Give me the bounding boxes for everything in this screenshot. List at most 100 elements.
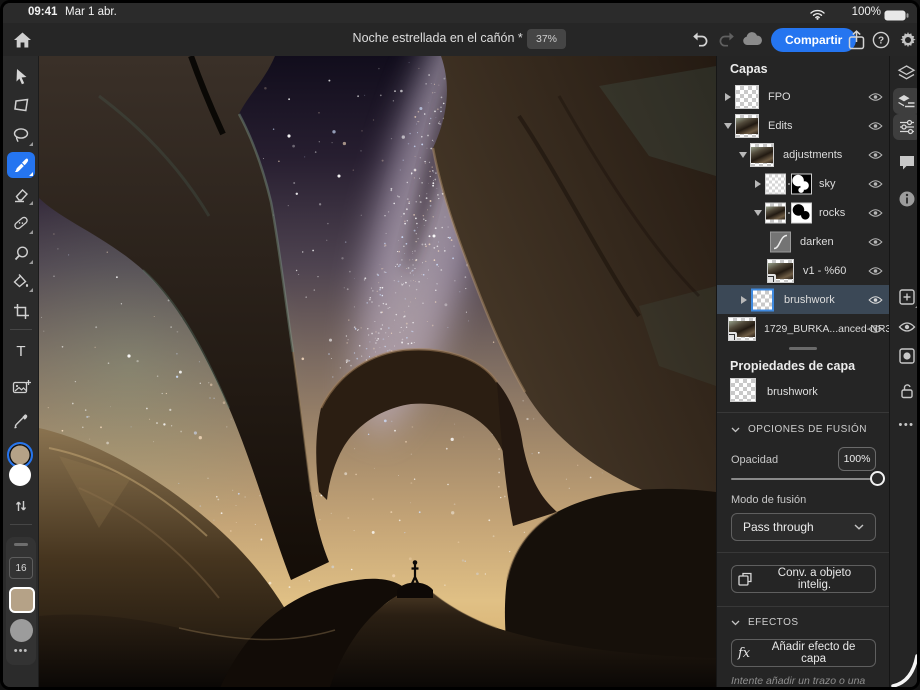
zoom-level-badge[interactable]: 37%	[527, 29, 566, 49]
layer-row-1729[interactable]: 1729_BURKA...anced-NR33	[717, 314, 890, 343]
disclosure-icon[interactable]	[755, 180, 761, 188]
swap-colors-button[interactable]	[7, 493, 35, 519]
export-icon[interactable]	[846, 29, 866, 50]
layer-thumbnail[interactable]	[735, 114, 759, 138]
help-button[interactable]: ?	[871, 30, 891, 50]
brush-size-field[interactable]: 16	[9, 557, 33, 579]
disclosure-icon[interactable]	[724, 123, 732, 129]
layer-thumbnail[interactable]	[750, 143, 774, 167]
smart-object-icon	[738, 572, 752, 586]
move-tool[interactable]	[7, 63, 35, 89]
layer-row-rocks[interactable]: rocks	[717, 198, 890, 227]
layer-thumbnail[interactable]	[751, 288, 774, 311]
smart-object-thumbnail[interactable]	[767, 259, 794, 283]
background-color-well[interactable]	[9, 464, 31, 486]
brush-tool[interactable]	[7, 152, 35, 178]
lock-layer-button[interactable]	[893, 377, 920, 403]
curves-adjustment-thumbnail[interactable]	[770, 231, 791, 252]
blend-mode-dropdown[interactable]: Pass through	[731, 513, 876, 541]
properties-sliders-button[interactable]	[893, 114, 920, 140]
layer-thumbnail[interactable]	[765, 202, 786, 223]
eye-icon[interactable]	[866, 119, 884, 133]
magnifier-tool[interactable]	[7, 240, 35, 266]
layer-mask-thumbnail[interactable]	[791, 202, 812, 223]
layers-detail-icon	[897, 93, 916, 110]
redo-button[interactable]	[717, 30, 737, 48]
convert-smart-object-button[interactable]: Conv. a objeto intelig.	[731, 565, 876, 593]
more-options-button[interactable]: •••	[6, 645, 36, 657]
disclosure-icon[interactable]	[754, 210, 762, 216]
disclosure-icon[interactable]	[739, 152, 747, 158]
more-layer-options-button[interactable]: •••	[893, 412, 920, 438]
effects-section-header[interactable]: EFECTOS	[731, 617, 799, 628]
panel-resize-handle[interactable]	[789, 347, 817, 350]
layer-row-darken[interactable]: darken	[717, 227, 890, 256]
corner-gesture-arc	[890, 648, 920, 690]
eye-icon[interactable]	[866, 293, 884, 307]
eye-icon[interactable]	[866, 177, 884, 191]
layer-visibility-button[interactable]	[893, 314, 920, 340]
comments-button[interactable]	[893, 149, 920, 175]
type-tool[interactable]: T	[7, 338, 35, 364]
layers-stack-button[interactable]	[893, 60, 920, 86]
layer-name: sky	[819, 178, 836, 190]
blend-options-section-header[interactable]: OPCIONES DE FUSIÓN	[731, 424, 867, 435]
transform-tool[interactable]	[7, 92, 35, 118]
layer-row-edits[interactable]: Edits	[717, 111, 890, 140]
lasso-select-tool[interactable]	[7, 122, 35, 148]
eye-icon[interactable]	[866, 148, 884, 162]
eye-icon[interactable]	[866, 264, 884, 278]
undo-button[interactable]	[690, 30, 710, 48]
disclosure-icon[interactable]	[725, 93, 731, 101]
crop-icon	[13, 303, 30, 320]
layer-thumbnail[interactable]	[735, 85, 759, 109]
slider-track[interactable]	[731, 478, 877, 480]
place-image-tool[interactable]	[7, 374, 35, 400]
eye-icon[interactable]	[866, 206, 884, 220]
slider-handle[interactable]	[870, 471, 885, 486]
layer-row-v1[interactable]: v1 - %60	[717, 256, 890, 285]
layer-thumbnail[interactable]	[765, 173, 786, 194]
eye-icon[interactable]	[866, 90, 884, 104]
flyout-indicator	[29, 172, 33, 176]
paint-bucket-icon	[12, 273, 30, 290]
add-layer-button[interactable]	[893, 284, 920, 310]
layer-mask-button[interactable]	[893, 343, 920, 369]
eye-icon	[898, 321, 916, 333]
panel-drag-handle[interactable]	[14, 543, 28, 546]
document-canvas[interactable]	[39, 56, 716, 690]
layer-row-adjustments[interactable]: adjustments	[717, 140, 890, 169]
healing-tool[interactable]	[7, 210, 35, 236]
type-tool-icon: T	[16, 343, 25, 360]
move-tool-icon	[14, 68, 29, 85]
brush-color-swatch[interactable]	[9, 587, 35, 613]
eyedropper-tool[interactable]	[7, 408, 35, 434]
info-button[interactable]	[893, 186, 920, 212]
curves-icon	[771, 232, 790, 251]
swap-arrows-icon	[15, 499, 27, 513]
document-title-menu[interactable]: Noche estrellada en el cañón *	[353, 31, 538, 45]
layer-row-fpo[interactable]: FPO	[717, 82, 890, 111]
disclosure-icon[interactable]	[741, 296, 747, 304]
eye-icon[interactable]	[866, 322, 884, 336]
layer-mask-thumbnail[interactable]	[791, 173, 812, 194]
fill-tool[interactable]	[7, 268, 35, 294]
layer-row-sky[interactable]: sky	[717, 169, 890, 198]
smart-object-thumbnail[interactable]	[728, 317, 756, 341]
brush-hardness-control[interactable]	[10, 619, 33, 642]
share-button[interactable]: Compartir	[771, 28, 856, 52]
home-button[interactable]	[11, 29, 33, 51]
right-panel: Capas FPO Edits adjustments	[716, 56, 889, 687]
eye-icon[interactable]	[866, 235, 884, 249]
app-header: Noche estrellada en el cañón * 37% Compa…	[3, 23, 917, 56]
eraser-tool[interactable]	[7, 181, 35, 207]
settings-gear-icon[interactable]	[897, 29, 919, 51]
layer-name: darken	[800, 236, 834, 248]
opacity-slider[interactable]	[731, 471, 877, 487]
info-icon	[898, 190, 916, 208]
layers-detail-button[interactable]	[893, 88, 920, 114]
add-layer-effect-button[interactable]: fx Añadir efecto de capa	[731, 639, 876, 667]
crop-tool[interactable]	[7, 298, 35, 324]
opacity-value-field[interactable]: 100%	[838, 447, 876, 471]
layer-row-brushwork-selected[interactable]: brushwork	[717, 285, 890, 314]
